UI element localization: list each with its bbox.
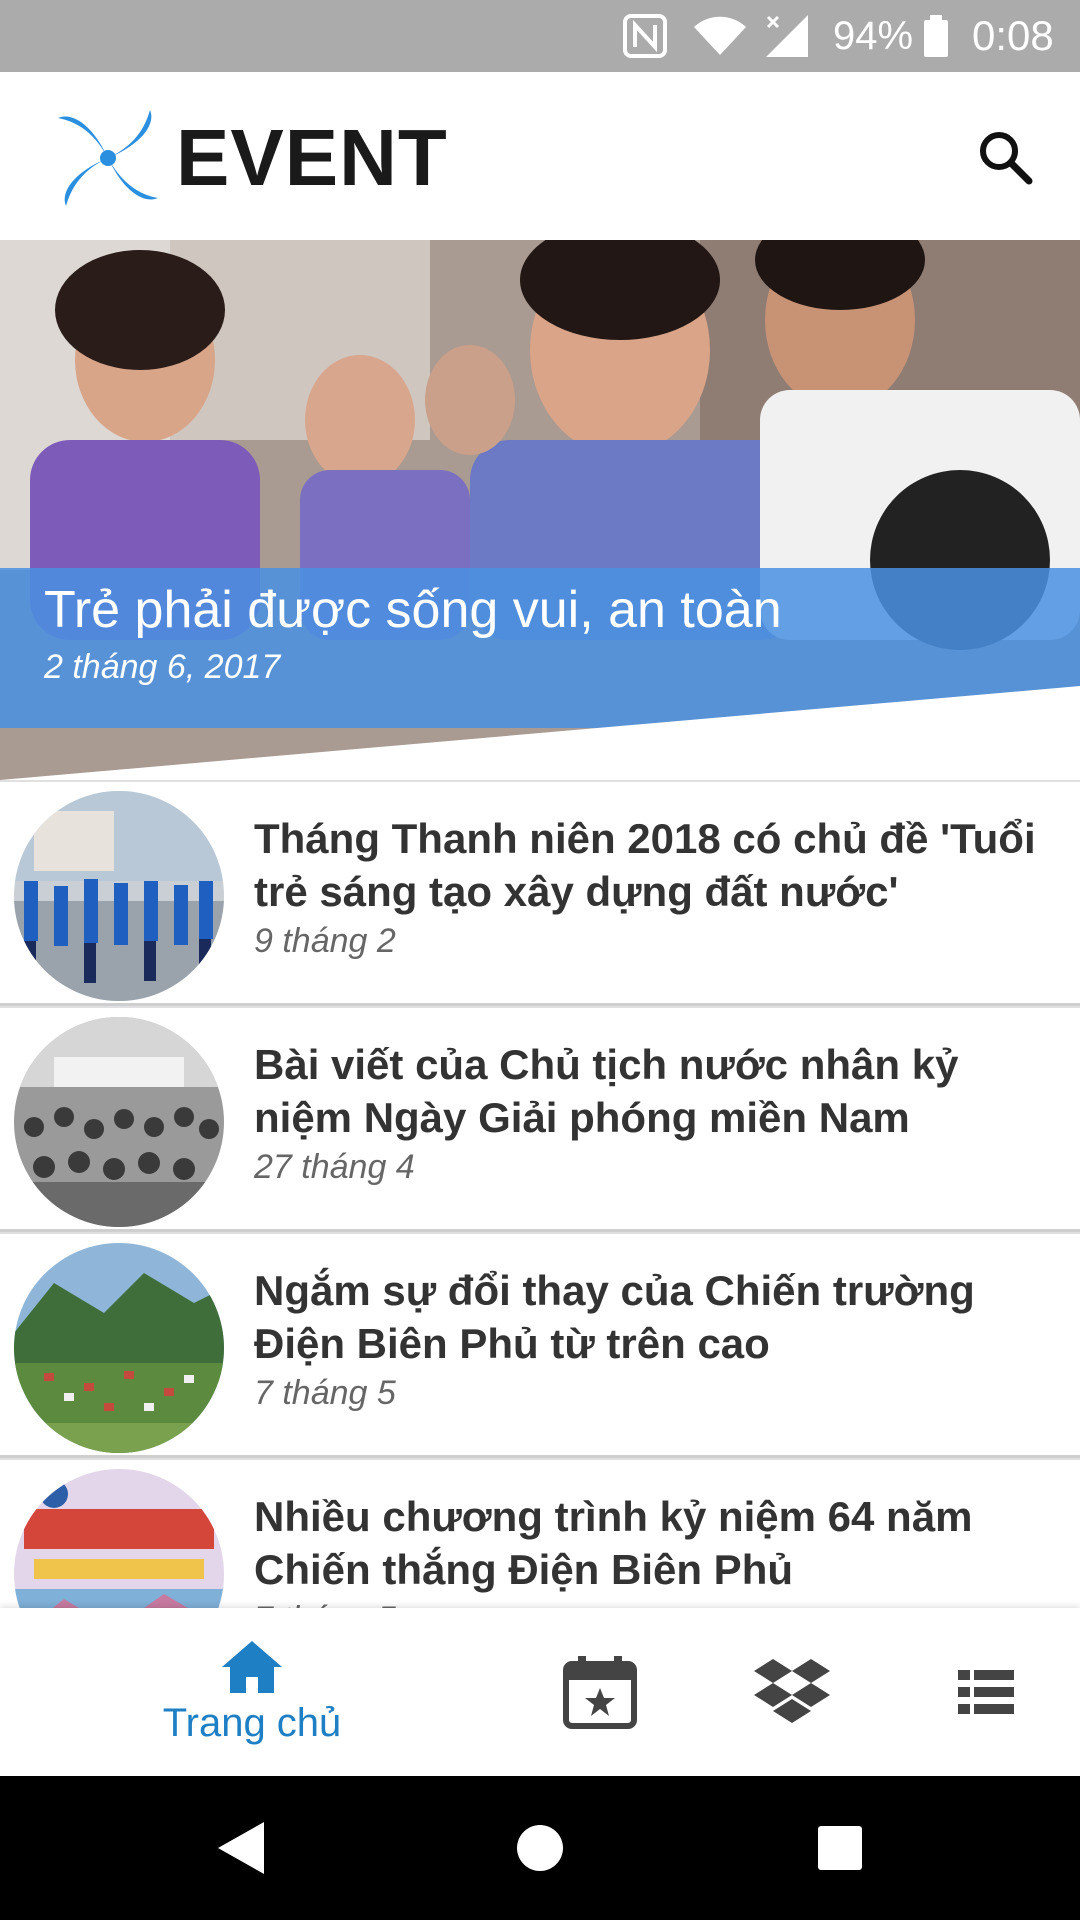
recents-button[interactable]: [780, 1776, 900, 1920]
featured-article[interactable]: Trẻ phải được sống vui, an toàn 2 tháng …: [0, 240, 1080, 780]
article-date: 9 tháng 2: [254, 922, 396, 960]
article-title: Nhiều chương trình kỷ niệm 64 năm Chiến …: [254, 1493, 973, 1593]
featured-title: Trẻ phải được sống vui, an toàn: [44, 581, 782, 639]
list-item[interactable]: Ngắm sự đổi thay của Chiến trường Điện B…: [0, 1232, 1080, 1458]
search-icon: [980, 132, 1033, 185]
nav-home[interactable]: Trang chủ: [150, 1608, 354, 1776]
home-button[interactable]: [480, 1776, 600, 1920]
search-button[interactable]: [970, 122, 1040, 192]
battery-percent: 94%: [833, 13, 914, 58]
status-bar: 94% 0:08: [0, 0, 1080, 72]
app-logo[interactable]: EVENT: [52, 104, 448, 212]
app-bar: EVENT: [0, 72, 1080, 240]
article-thumbnail: [14, 1469, 224, 1608]
article-date: 27 tháng 4: [254, 1148, 415, 1186]
featured-date: 2 tháng 6, 2017: [44, 648, 281, 686]
battery-icon: [922, 0, 950, 72]
nav-dropbox[interactable]: [742, 1608, 842, 1776]
wifi-icon: [692, 0, 748, 72]
home-circle-icon: [517, 1825, 563, 1871]
calendar-star-icon: [563, 1656, 637, 1729]
system-navigation-bar: [0, 1776, 1080, 1920]
article-title: Ngắm sự đổi thay của Chiến trường Điện B…: [254, 1267, 975, 1367]
article-thumbnail: [14, 791, 224, 1001]
nav-home-label: Trang chủ: [162, 1700, 342, 1745]
back-button[interactable]: [182, 1776, 302, 1920]
logo-swirl-icon: [58, 110, 158, 206]
list-item[interactable]: Bài viết của Chủ tịch nước nhân kỷ niệm …: [0, 1006, 1080, 1232]
list-icon: [958, 1670, 1014, 1714]
article-thumbnail: [14, 1017, 224, 1227]
article-title: Bài viết của Chủ tịch nước nhân kỷ niệm …: [254, 1041, 959, 1141]
home-icon: [222, 1640, 282, 1693]
bottom-navigation: Trang chủ: [0, 1608, 1080, 1776]
logo-text: EVENT: [176, 113, 448, 202]
list-item[interactable]: Nhiều chương trình kỷ niệm 64 năm Chiến …: [0, 1458, 1080, 1608]
article-thumbnail: [14, 1243, 224, 1453]
article-date: 7 tháng 5: [254, 1374, 396, 1412]
dropbox-icon: [754, 1659, 830, 1723]
list-item[interactable]: Tháng Thanh niên 2018 có chủ đề 'Tuổi tr…: [0, 780, 1080, 1006]
recents-icon: [818, 1826, 862, 1870]
article-date: 7 tháng 5: [254, 1600, 396, 1608]
back-icon: [218, 1822, 264, 1874]
article-title: Tháng Thanh niên 2018 có chủ đề 'Tuổi tr…: [254, 815, 1036, 915]
article-list[interactable]: Tháng Thanh niên 2018 có chủ đề 'Tuổi tr…: [0, 780, 1080, 1608]
signal-icon: [764, 0, 810, 72]
nfc-icon: [622, 0, 668, 72]
nav-events[interactable]: [550, 1608, 650, 1776]
clock: 0:08: [972, 12, 1054, 59]
nav-list[interactable]: [936, 1608, 1036, 1776]
